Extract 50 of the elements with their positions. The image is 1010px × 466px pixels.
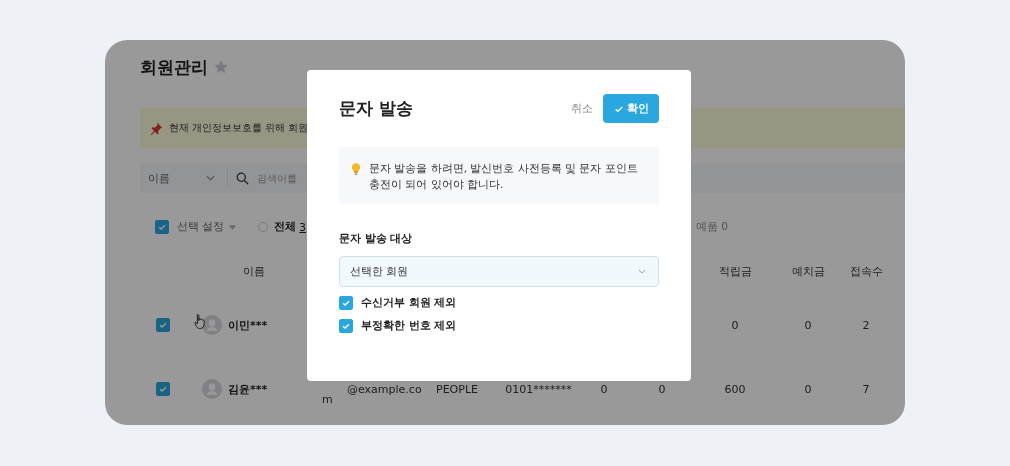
star-icon[interactable] (213, 59, 229, 75)
checkbox[interactable] (339, 319, 353, 333)
check-icon (341, 298, 351, 308)
member-name: 김윤*** (228, 381, 268, 397)
checkbox[interactable] (155, 220, 169, 234)
search-type-dropdown[interactable]: 이름 (140, 168, 228, 188)
checkbox-label[interactable]: 부정확한 번호 제외 (361, 319, 457, 333)
select-settings-dropdown[interactable]: 선택 설정 (177, 220, 225, 234)
chevron-down-icon (206, 175, 215, 181)
dialog-title: 문자 발송 (339, 97, 413, 120)
table-cell: 600 (724, 382, 746, 396)
avatar-icon (202, 379, 222, 399)
column-header: 적립금 (718, 263, 752, 279)
pin-icon (150, 121, 163, 135)
table-cell: PEOPLE (436, 382, 478, 396)
column-header: 예치금 (791, 263, 825, 279)
target-dropdown[interactable]: 선택한 회원 (339, 256, 659, 287)
search-icon (236, 171, 249, 185)
page-title: 회원관리 (140, 55, 208, 79)
row-checkbox[interactable] (156, 317, 170, 332)
check-icon (341, 321, 351, 331)
notice-text: 현재 개인정보보호를 위해 회원 (169, 121, 309, 135)
table-cell: 7 (862, 382, 870, 396)
cancel-button[interactable]: 취소 (567, 97, 597, 120)
member-name: 이민*** (228, 317, 268, 333)
table-cell: 0 (658, 382, 666, 396)
lightbulb-icon (351, 162, 361, 176)
table-cell: 2 (862, 318, 870, 332)
table-cell: 0 (600, 382, 608, 396)
check-icon (157, 222, 167, 232)
toolbar-text: 예품 0 (696, 220, 729, 234)
filter-count[interactable]: 3 (299, 221, 307, 233)
field-label: 문자 발송 대상 (339, 232, 414, 246)
table-cell: m (322, 392, 333, 406)
table-cell: 0101******* (505, 382, 572, 396)
table-cell: 0 (804, 382, 812, 396)
info-text: 문자 발송을 하려면, 발신번호 사전등록 및 문자 포인트 충전이 되어 있어야 합니다. (369, 161, 639, 192)
table-cell: 0 (731, 318, 739, 332)
caret-icon (229, 224, 237, 230)
filter-label[interactable]: 전체 (274, 220, 297, 234)
chevron-down-icon (638, 269, 646, 274)
row-checkbox[interactable] (156, 381, 170, 396)
checkbox[interactable] (339, 296, 353, 310)
table-cell: 0 (804, 318, 812, 332)
table-cell: @example.co (347, 382, 422, 396)
hand-cursor-icon (194, 313, 207, 330)
avatar-icon (202, 315, 222, 335)
column-header: 접속수 (849, 263, 883, 279)
column-header: 이름 (243, 263, 265, 279)
checkbox-label[interactable]: 수신거부 회원 제외 (361, 296, 457, 310)
